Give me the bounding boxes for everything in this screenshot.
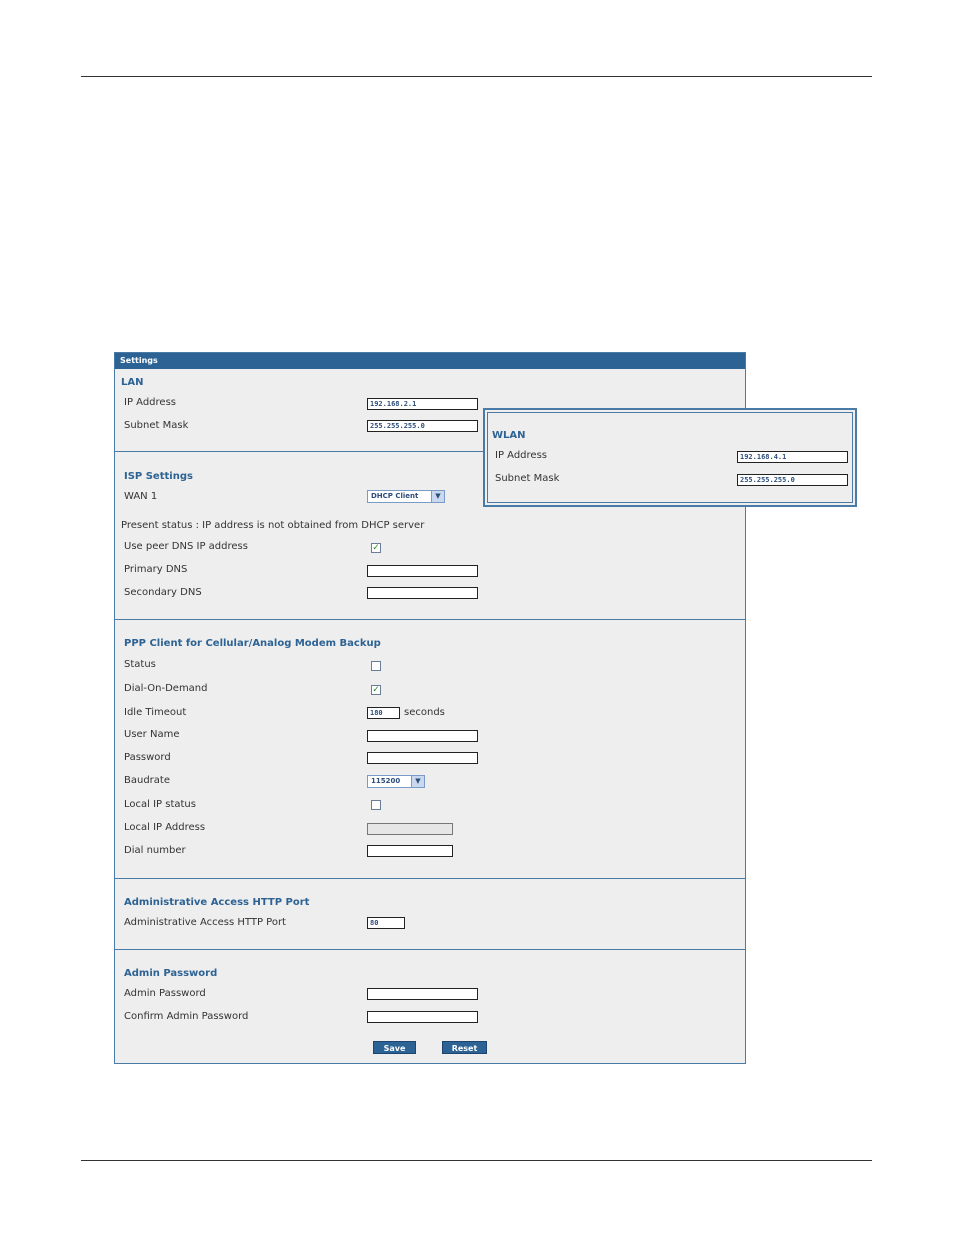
chevron-down-icon[interactable]: ▼ bbox=[431, 491, 444, 502]
secondary-dns-input[interactable] bbox=[367, 587, 478, 599]
wlan-mask-input[interactable]: 255.255.255.0 bbox=[737, 474, 848, 486]
ppp-section-title: PPP Client for Cellular/Analog Modem Bac… bbox=[124, 638, 381, 649]
dial-number-input[interactable] bbox=[367, 845, 453, 857]
section-divider bbox=[115, 619, 745, 620]
wlan-ip-input[interactable]: 192.168.4.1 bbox=[737, 451, 848, 463]
reset-button[interactable]: Reset bbox=[442, 1041, 487, 1054]
http-port-section-title: Administrative Access HTTP Port bbox=[124, 897, 310, 908]
lan-ip-label: IP Address bbox=[124, 397, 176, 408]
local-ip-status-checkbox[interactable] bbox=[371, 800, 381, 810]
wlan-callout-panel: WLAN IP Address 192.168.4.1 Subnet Mask … bbox=[483, 408, 857, 507]
local-ip-input[interactable] bbox=[367, 823, 453, 835]
chevron-down-icon[interactable]: ▼ bbox=[411, 776, 424, 787]
username-input[interactable] bbox=[367, 730, 478, 742]
lan-ip-input[interactable]: 192.168.2.1 bbox=[367, 398, 478, 410]
admin-password-label: Admin Password bbox=[124, 988, 206, 999]
idle-timeout-unit: seconds bbox=[404, 707, 445, 718]
lan-section-title: LAN bbox=[121, 377, 144, 388]
section-divider bbox=[115, 878, 745, 879]
wlan-ip-label: IP Address bbox=[495, 450, 547, 461]
panel-header: Settings bbox=[115, 353, 745, 369]
ppp-status-label: Status bbox=[124, 659, 156, 670]
idle-timeout-label: Idle Timeout bbox=[124, 707, 187, 718]
wan1-label: WAN 1 bbox=[124, 491, 158, 502]
admin-password-section-title: Admin Password bbox=[124, 968, 218, 979]
admin-password-input[interactable] bbox=[367, 988, 478, 1000]
local-ip-label: Local IP Address bbox=[124, 822, 206, 833]
secondary-dns-label: Secondary DNS bbox=[124, 587, 202, 598]
ppp-status-checkbox[interactable] bbox=[371, 661, 381, 671]
isp-section-title: ISP Settings bbox=[124, 471, 193, 482]
peer-dns-label: Use peer DNS IP address bbox=[124, 541, 248, 552]
section-divider bbox=[115, 949, 745, 950]
dial-on-demand-label: Dial-On-Demand bbox=[124, 683, 208, 694]
lan-mask-label: Subnet Mask bbox=[124, 420, 189, 431]
wlan-section-title: WLAN bbox=[492, 430, 526, 441]
wlan-mask-label: Subnet Mask bbox=[495, 473, 560, 484]
http-port-label: Administrative Access HTTP Port bbox=[124, 917, 286, 928]
baudrate-select-value: 115200 bbox=[371, 777, 401, 785]
wan1-select[interactable]: DHCP Client ▼ bbox=[367, 490, 445, 503]
isp-present-status: Present status : IP address is not obtai… bbox=[121, 520, 425, 531]
dial-on-demand-checkbox[interactable]: ✓ bbox=[371, 685, 381, 695]
http-port-input[interactable]: 80 bbox=[367, 917, 405, 929]
primary-dns-label: Primary DNS bbox=[124, 564, 188, 575]
username-label: User Name bbox=[124, 729, 180, 740]
page-bottom-rule bbox=[81, 1160, 872, 1161]
baudrate-select[interactable]: 115200 ▼ bbox=[367, 775, 425, 788]
confirm-admin-password-label: Confirm Admin Password bbox=[124, 1011, 249, 1022]
page-top-rule bbox=[81, 76, 872, 77]
baudrate-label: Baudrate bbox=[124, 775, 170, 786]
save-button[interactable]: Save bbox=[373, 1041, 416, 1054]
peer-dns-checkbox[interactable]: ✓ bbox=[371, 543, 381, 553]
wan1-select-value: DHCP Client bbox=[371, 492, 419, 500]
lan-mask-input[interactable]: 255.255.255.0 bbox=[367, 420, 478, 432]
local-ip-status-label: Local IP status bbox=[124, 799, 196, 810]
confirm-admin-password-input[interactable] bbox=[367, 1011, 478, 1023]
primary-dns-input[interactable] bbox=[367, 565, 478, 577]
password-label: Password bbox=[124, 752, 171, 763]
dial-number-label: Dial number bbox=[124, 845, 186, 856]
password-input[interactable] bbox=[367, 752, 478, 764]
idle-timeout-input[interactable]: 180 bbox=[367, 707, 400, 719]
